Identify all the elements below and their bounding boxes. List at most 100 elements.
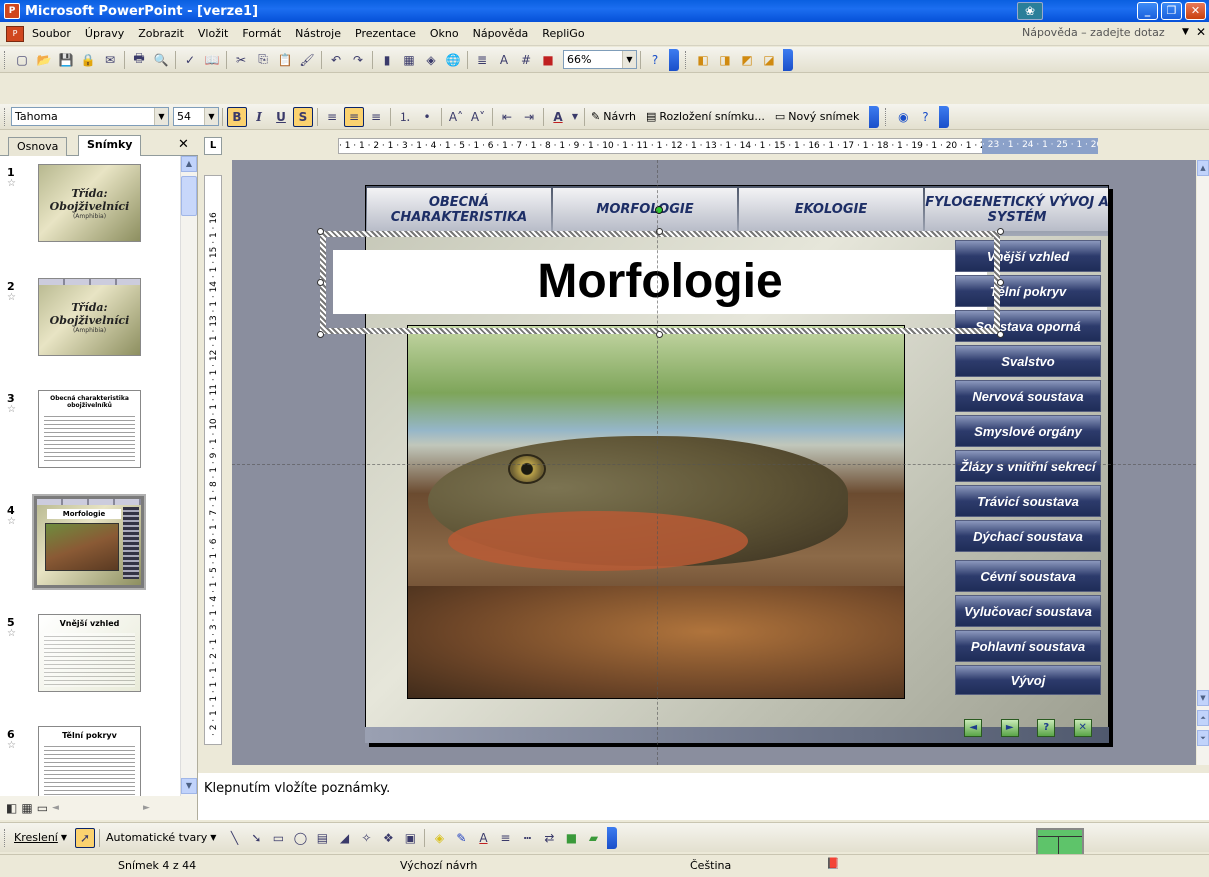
underline-button[interactable]: U: [271, 107, 291, 127]
slide-thumbnail[interactable]: Obecná charakteristika obojživelníků: [38, 390, 141, 468]
chevron-down-icon[interactable]: ▼: [154, 108, 168, 125]
show-formatting-icon[interactable]: A: [494, 50, 514, 70]
shadow-style-icon[interactable]: ■: [561, 828, 581, 848]
decrease-indent-icon[interactable]: ⇤: [497, 107, 517, 127]
slide-thumbnail[interactable]: Tělní pokryv: [38, 726, 141, 796]
side-btn-svalstvo[interactable]: Svalstvo: [955, 345, 1101, 377]
repligo-help-icon[interactable]: ?: [915, 107, 935, 127]
paste-icon[interactable]: 📋: [275, 50, 295, 70]
toolbar-grip[interactable]: [885, 107, 888, 126]
toolbar-grip[interactable]: [685, 50, 688, 69]
scroll-up-icon[interactable]: ▲: [1197, 160, 1209, 176]
previous-slide-icon[interactable]: ⏶: [1197, 710, 1209, 726]
font-color-icon[interactable]: A: [473, 828, 493, 848]
repligo-icon[interactable]: ◉: [893, 107, 913, 127]
decrease-font-icon[interactable]: A˅: [468, 107, 488, 127]
design-button[interactable]: ✎ Návrh: [588, 107, 639, 127]
menu-okno[interactable]: Okno: [430, 27, 459, 40]
scrollbar-thumb[interactable]: [181, 176, 197, 216]
side-btn-nervova[interactable]: Nervová soustava: [955, 380, 1101, 412]
spelling-icon[interactable]: ✓: [180, 50, 200, 70]
help-icon[interactable]: ?: [645, 50, 665, 70]
spelling-status-icon[interactable]: 📕: [826, 857, 840, 870]
arrow-icon[interactable]: ➘: [246, 828, 266, 848]
tab-outline[interactable]: Osnova: [8, 137, 68, 156]
exit-slide-button[interactable]: ✕: [1073, 719, 1092, 737]
increase-indent-icon[interactable]: ⇥: [519, 107, 539, 127]
side-btn-dychaci[interactable]: Dýchací soustava: [955, 520, 1101, 552]
font-color-icon[interactable]: A: [548, 107, 568, 127]
research-icon[interactable]: 📖: [202, 50, 222, 70]
side-btn-pohlavni[interactable]: Pohlavní soustava: [955, 630, 1101, 662]
wordart-icon[interactable]: ◢: [334, 828, 354, 848]
cut-icon[interactable]: ✂: [231, 50, 251, 70]
send-back-icon[interactable]: ◪: [759, 50, 779, 70]
resize-handle[interactable]: [997, 331, 1004, 338]
print-preview-icon[interactable]: 🔍: [151, 50, 171, 70]
color-grayscale-icon[interactable]: ■: [538, 50, 558, 70]
tab-slides[interactable]: Snímky: [78, 135, 142, 156]
nav-tab-obecna[interactable]: OBECNÁ CHARAKTERISTIKA: [367, 188, 551, 231]
slide-thumbnail[interactable]: Vnější vzhled: [38, 614, 141, 692]
scroll-down-icon[interactable]: ▼: [1197, 690, 1209, 706]
open-icon[interactable]: 📂: [34, 50, 54, 70]
picture-icon[interactable]: ▣: [400, 828, 420, 848]
menu-zobrazit[interactable]: Zobrazit: [138, 27, 184, 40]
autoshapes-button[interactable]: Automatické tvary ▼: [103, 828, 219, 848]
align-right-icon[interactable]: ≡: [366, 107, 386, 127]
expand-all-icon[interactable]: ≣: [472, 50, 492, 70]
new-slide-button[interactable]: ▭ Nový snímek: [772, 107, 863, 127]
minimize-button[interactable]: _: [1137, 2, 1158, 20]
side-btn-travici[interactable]: Trávicí soustava: [955, 485, 1101, 517]
rectangle-icon[interactable]: ▭: [268, 828, 288, 848]
notes-pane[interactable]: Klepnutím vložíte poznámky.: [198, 770, 1209, 820]
print-icon[interactable]: 🖶: [129, 50, 149, 70]
tab-stop-selector[interactable]: L: [204, 137, 222, 155]
insert-chart-icon[interactable]: ▮: [377, 50, 397, 70]
thumbnails-scrollbar[interactable]: ▲ ▼: [180, 156, 197, 796]
copy-icon[interactable]: ⎘: [253, 50, 273, 70]
help-dropdown-icon[interactable]: ▼: [1182, 27, 1189, 37]
nav-tab-fylogeneticky[interactable]: FYLOGENETICKÝ VÝVOJ A SYSTÉM: [925, 188, 1108, 231]
chevron-down-icon[interactable]: ▼: [204, 108, 218, 125]
powerpoint-app-icon[interactable]: P: [4, 3, 20, 19]
show-grid-icon[interactable]: #: [516, 50, 536, 70]
bring-forward-icon[interactable]: ◧: [693, 50, 713, 70]
menu-format[interactable]: Formát: [242, 27, 281, 40]
menu-nastroje[interactable]: Nástroje: [295, 27, 341, 40]
insert-diagram-icon[interactable]: ◈: [421, 50, 441, 70]
help-slide-button[interactable]: ?: [1037, 719, 1056, 737]
side-btn-vylucovaci[interactable]: Vylučovací soustava: [955, 595, 1101, 627]
line-color-icon[interactable]: ✎: [451, 828, 471, 848]
menu-prezentace[interactable]: Prezentace: [355, 27, 416, 40]
side-btn-vyvoj[interactable]: Vývoj: [955, 665, 1101, 695]
toolbar-options-icon[interactable]: [939, 105, 950, 128]
resize-handle[interactable]: [317, 331, 324, 338]
insert-hyperlink-icon[interactable]: 🌐: [443, 50, 463, 70]
slide-sorter-icon[interactable]: ▦: [21, 801, 32, 815]
menu-upravy[interactable]: Úpravy: [85, 27, 124, 40]
nav-tab-ekologie[interactable]: EKOLOGIE: [739, 188, 923, 231]
select-pointer-icon[interactable]: ➚: [75, 827, 96, 848]
frog-photo[interactable]: [407, 325, 905, 699]
slide-thumbnail[interactable]: Třída: Obojživelníci (Amphibia): [38, 164, 141, 242]
slide-thumb-row[interactable]: 1 ☆ Třída: Obojživelníci (Amphibia): [0, 164, 180, 264]
clipart-icon[interactable]: ❖: [378, 828, 398, 848]
side-btn-smyslove[interactable]: Smyslové orgány: [955, 415, 1101, 447]
resize-handle[interactable]: [997, 279, 1004, 286]
vertical-guide[interactable]: [657, 160, 658, 765]
next-slide-icon[interactable]: ⏷: [1197, 730, 1209, 746]
menu-vlozit[interactable]: Vložit: [198, 27, 228, 40]
close-icon[interactable]: ✕: [178, 137, 189, 152]
toolbar-options-icon[interactable]: [783, 48, 793, 71]
status-design[interactable]: Výchozí návrh: [400, 859, 477, 872]
side-btn-zlazy[interactable]: Žlázy s vnitřní sekrecí: [955, 450, 1101, 482]
globe-icon[interactable]: ❀: [1017, 2, 1043, 20]
chevron-down-icon[interactable]: ▼: [622, 51, 636, 68]
line-icon[interactable]: ╲: [224, 828, 244, 848]
slide-thumb-row[interactable]: 6 ☆ Tělní pokryv: [0, 726, 180, 796]
undo-icon[interactable]: ↶: [326, 50, 346, 70]
normal-view-icon[interactable]: ◧: [6, 801, 17, 815]
resize-handle[interactable]: [317, 279, 324, 286]
maximize-button[interactable]: ❐: [1161, 2, 1182, 20]
